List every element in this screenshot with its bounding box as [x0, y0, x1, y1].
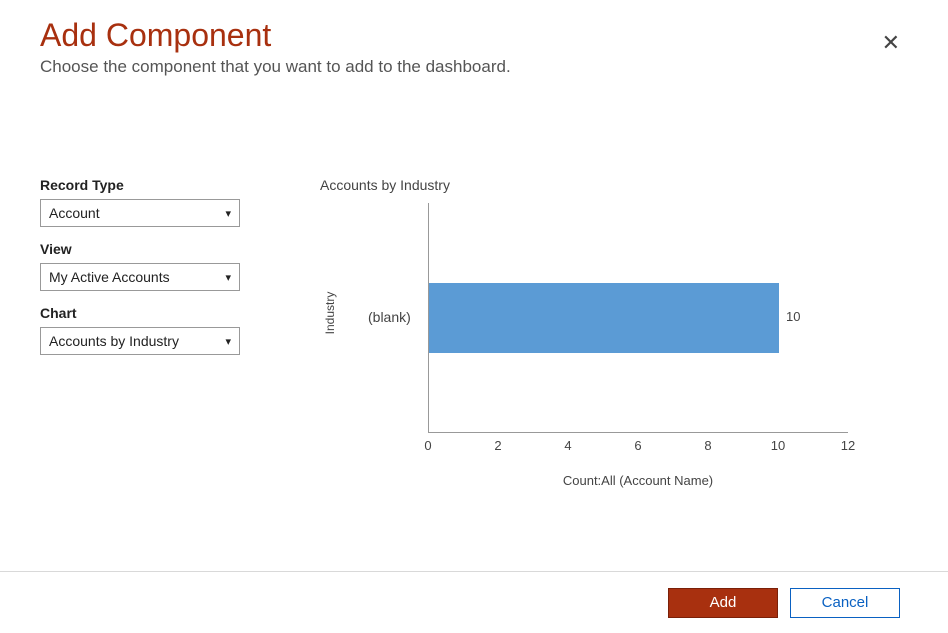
x-tick-label: 6 [634, 438, 641, 453]
record-type-label: Record Type [40, 177, 280, 193]
record-type-value: Account [49, 205, 100, 221]
chevron-down-icon: ▾ [225, 271, 231, 284]
view-select[interactable]: My Active Accounts ▾ [40, 263, 240, 291]
plot-region [428, 203, 848, 433]
add-button[interactable]: Add [668, 588, 778, 618]
view-value: My Active Accounts [49, 269, 170, 285]
dialog-body: Record Type Account ▾ View My Active Acc… [0, 77, 948, 571]
x-tick-label: 8 [704, 438, 711, 453]
form-panel: Record Type Account ▾ View My Active Acc… [40, 137, 280, 571]
dialog-footer: Add Cancel [0, 571, 948, 633]
chart-area: Industry 0 2 4 6 8 10 12 Count:All (Account Na… [320, 203, 880, 503]
chevron-down-icon: ▾ [225, 207, 231, 220]
close-icon[interactable]: ✕ [882, 32, 900, 54]
category-label: (blank) [368, 309, 411, 325]
x-tick-label: 2 [494, 438, 501, 453]
x-ticks: 024681012 [428, 438, 848, 458]
view-label: View [40, 241, 280, 257]
dialog-title: Add Component [40, 18, 908, 53]
dialog-header: Add Component Choose the component that … [0, 0, 948, 77]
chart-label: Chart [40, 305, 280, 321]
x-tick-label: 4 [564, 438, 571, 453]
chart-title: Accounts by Industry [320, 177, 908, 193]
x-tick-label: 10 [771, 438, 785, 453]
cancel-button[interactable]: Cancel [790, 588, 900, 618]
x-tick-label: 0 [424, 438, 431, 453]
x-tick-label: 12 [841, 438, 855, 453]
chart-preview-panel: Accounts by Industry Industry 0 2 4 6 8 10 12 … [320, 137, 908, 571]
dialog-subtitle: Choose the component that you want to ad… [40, 57, 908, 77]
chart-select[interactable]: Accounts by Industry ▾ [40, 327, 240, 355]
bar-value-label: 10 [786, 309, 800, 324]
chart-value: Accounts by Industry [49, 333, 179, 349]
record-type-select[interactable]: Account ▾ [40, 199, 240, 227]
y-axis-label: Industry [323, 292, 337, 335]
add-component-dialog: Add Component Choose the component that … [0, 0, 948, 633]
chart-bar [429, 283, 779, 353]
chevron-down-icon: ▾ [225, 335, 231, 348]
x-axis-label: Count:All (Account Name) [428, 473, 848, 488]
